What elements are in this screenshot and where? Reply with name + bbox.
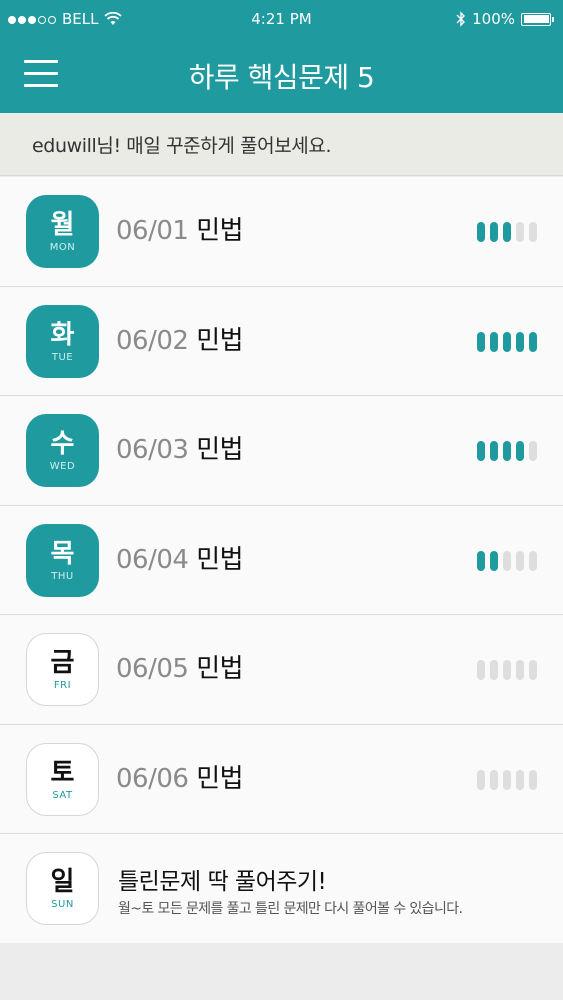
progress-indicator [477,331,537,352]
row-text: 06/04 민법 [116,544,244,576]
progress-indicator [477,441,537,461]
progress-bar-filled [490,441,498,461]
progress-bar-empty [529,222,537,242]
battery-percent: 100% [472,10,515,28]
progress-bar-empty [516,222,524,242]
greeting-banner: eduwill님! 매일 꾸준하게 풀어보세요. [0,113,563,176]
row-date: 06/03 [116,435,189,465]
day-badge: 토 SAT [26,742,99,816]
day-badge: 일 SUN [26,852,99,925]
day-badge-en: FRI [53,680,72,691]
day-badge-en: WED [49,461,76,472]
day-row-mon[interactable]: 월 MON 06/01 민법 [0,177,563,287]
empty-area [0,943,563,1000]
day-badge-en: SUN [51,899,74,910]
progress-bar-empty [490,769,498,790]
row-date: 06/06 [116,763,189,794]
row-date: 06/04 [116,544,189,575]
day-row-fri[interactable]: 금 FRI 06/05 민법 [0,615,563,725]
progress-bar-filled [477,331,485,352]
progress-bar-empty [529,769,537,790]
row-subject: 민법 [196,544,244,575]
day-row-tue[interactable]: 화 TUE 06/02 민법 [0,287,563,396]
row-subject: 민법 [196,216,244,246]
day-badge-en: THU [51,570,74,582]
day-badge-kr: 금 [50,648,75,678]
progress-bar-empty [477,769,485,790]
progress-bar-filled [490,550,498,571]
bluetooth-icon [456,11,466,27]
progress-indicator [477,222,537,242]
row-text: 06/03 민법 [116,434,244,466]
day-badge: 월 MON [26,195,99,268]
progress-bar-filled [516,441,524,461]
day-badge-en: TUE [51,351,74,363]
row-text: 06/01 민법 [116,215,244,247]
day-badge-kr: 수 [50,429,75,459]
progress-indicator [477,769,537,790]
progress-bar-empty [503,769,511,790]
progress-bar-filled [490,331,498,352]
day-badge-en: MON [49,242,76,253]
progress-bar-empty [477,660,485,680]
progress-bar-empty [516,769,524,790]
progress-bar-filled [503,441,511,461]
progress-bar-filled [516,331,524,352]
progress-bar-filled [477,441,485,461]
review-title: 틀린문제 딱 풀어주기! [118,869,327,895]
row-date: 06/01 [116,216,189,246]
row-date: 06/05 [116,654,189,684]
status-bar: BELL 4:21 PM 100% [0,0,563,38]
nav-bar: 하루 핵심문제 5 [0,38,563,113]
battery-icon [521,12,554,26]
progress-indicator [477,660,537,680]
day-badge-en: SAT [52,789,73,801]
progress-bar-empty [516,550,524,571]
row-subject: 민법 [196,763,244,794]
row-text: 06/02 민법 [116,325,244,357]
day-badge-kr: 목 [50,538,75,569]
page-title: 하루 핵심문제 5 [188,61,375,94]
day-row-thu[interactable]: 목 THU 06/04 민법 [0,506,563,615]
row-subject: 민법 [196,435,244,465]
progress-bar-filled [503,222,511,242]
progress-bar-filled [477,222,485,242]
row-text: 06/05 민법 [116,653,244,685]
day-badge-kr: 화 [50,319,75,350]
day-row-wed[interactable]: 수 WED 06/03 민법 [0,396,563,506]
row-subject: 민법 [196,654,244,684]
progress-bar-empty [529,550,537,571]
day-row-sat[interactable]: 토 SAT 06/06 민법 [0,725,563,834]
progress-bar-empty [503,550,511,571]
progress-indicator [477,550,537,571]
progress-bar-filled [490,222,498,242]
progress-bar-empty [490,660,498,680]
row-subject: 민법 [196,325,244,356]
status-right: 100% [456,10,554,28]
review-description: 월~토 모든 문제를 풀고 틀린 문제만 다시 풀어볼 수 있습니다. [118,901,463,917]
day-badge: 금 FRI [26,633,99,706]
day-list: 월 MON 06/01 민법 화 TUE 06/02 민법 수 WED 06/0… [0,177,563,944]
progress-bar-filled [529,331,537,352]
day-badge: 수 WED [26,414,99,487]
row-date: 06/02 [116,325,189,356]
day-badge: 화 TUE [26,304,99,378]
progress-bar-empty [529,660,537,680]
progress-bar-empty [503,660,511,680]
review-row-sun[interactable]: 일 SUN 틀린문제 딱 풀어주기! 월~토 모든 문제를 풀고 틀린 문제만 … [0,834,563,944]
progress-bar-filled [503,331,511,352]
day-badge-kr: 일 [50,867,75,897]
progress-bar-empty [529,441,537,461]
progress-bar-empty [516,660,524,680]
row-text: 06/06 민법 [116,763,244,795]
day-badge: 목 THU [26,523,99,597]
day-badge-kr: 토 [50,757,75,788]
day-badge-kr: 월 [50,210,75,240]
progress-bar-filled [477,550,485,571]
